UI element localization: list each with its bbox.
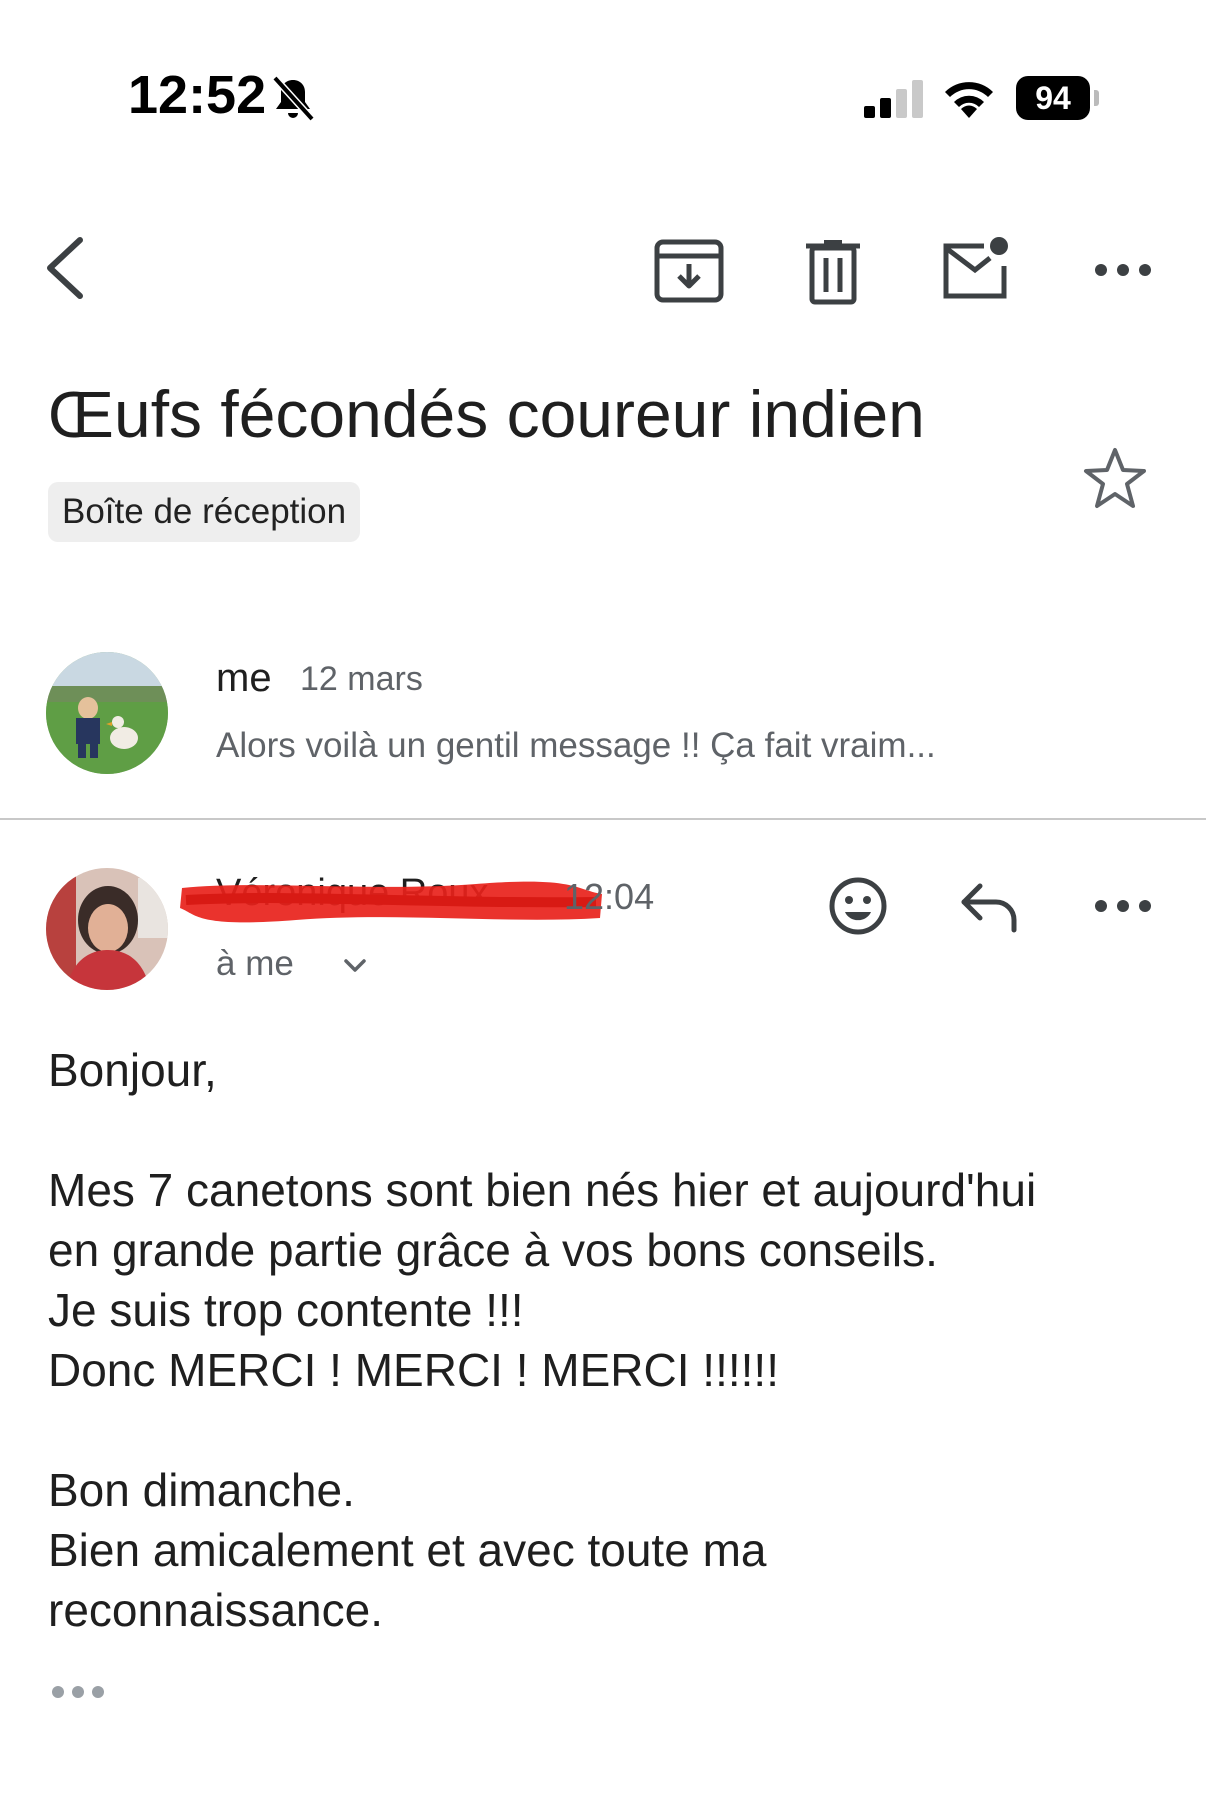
redaction-scribble [180,881,602,923]
recipient-summary[interactable]: à me [216,944,294,984]
inbox-label-chip[interactable]: Boîte de réception [48,482,361,542]
avatar-me[interactable] [46,652,168,774]
reply-icon[interactable] [958,876,1022,936]
more-options-icon[interactable] [1090,250,1156,290]
message-body: Bonjour, Mes 7 canetons sont bien nés hi… [48,1040,1168,1640]
trash-icon[interactable] [800,238,866,306]
archive-icon[interactable] [652,238,726,304]
signal-icon [864,80,923,118]
back-icon[interactable] [38,232,98,304]
show-trimmed-content-icon[interactable] [50,1680,110,1704]
mark-unread-icon[interactable] [940,236,1010,302]
avatar-sender[interactable] [46,868,168,990]
divider [0,818,1206,820]
more-options-icon[interactable] [1090,886,1156,926]
body-line: reconnaissance. [48,1584,383,1636]
battery-level: 94 [1016,76,1090,120]
message-date: 12 mars [300,660,423,698]
status-time: 12:52 [128,65,267,125]
body-line: en grande partie grâce à vos bons consei… [48,1224,938,1276]
battery-icon: 94 [1016,76,1102,120]
wifi-icon [945,82,993,118]
bell-slash-icon [272,75,315,122]
body-line: Bon dimanche. [48,1464,355,1516]
email-subject: Œufs fécondés coureur indien [48,377,925,451]
body-line: Mes 7 canetons sont bien nés hier et auj… [48,1164,1037,1216]
body-line: Bonjour, [48,1044,217,1096]
body-line: Je suis trop contente !!! [48,1284,524,1336]
body-line: Donc MERCI ! MERCI ! MERCI !!!!!! [48,1344,779,1396]
message-time: 12:04 [564,876,655,917]
star-outline-icon[interactable] [1082,446,1148,512]
body-line: Bien amicalement et avec toute ma [48,1524,767,1576]
add-reaction-icon[interactable] [826,874,890,938]
message-snippet[interactable]: Alors voilà un gentil message !! Ça fait… [216,726,936,766]
chevron-down-icon[interactable] [340,954,370,978]
sender-name: me [216,656,272,700]
